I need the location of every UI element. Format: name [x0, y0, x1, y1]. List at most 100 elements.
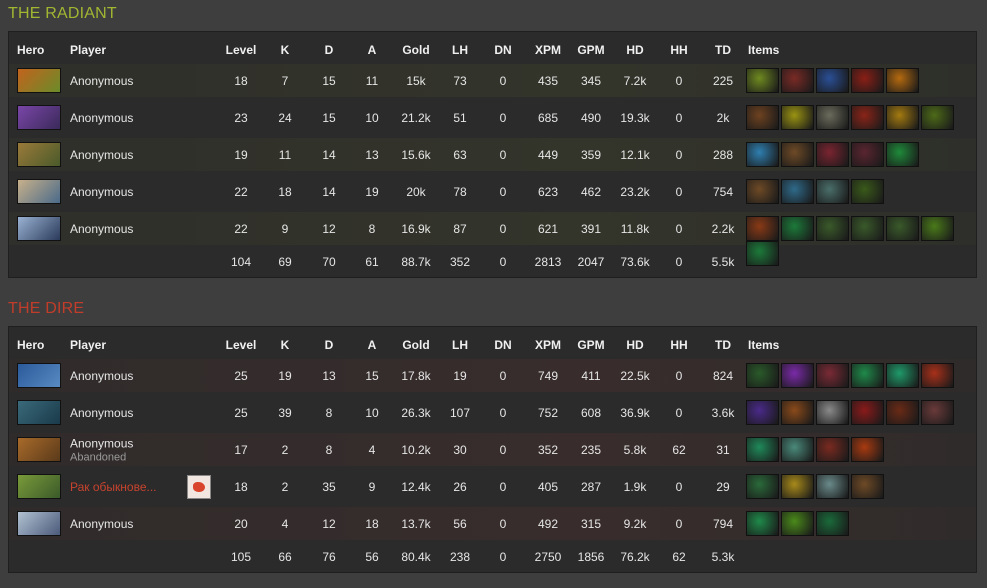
item-icon[interactable]: [746, 437, 779, 462]
item-icon[interactable]: [851, 179, 884, 204]
item-icon[interactable]: [781, 105, 814, 130]
player-name[interactable]: Anonymous: [70, 436, 133, 450]
item-icon[interactable]: [816, 68, 849, 93]
item-icon[interactable]: [921, 105, 954, 130]
item-icon[interactable]: [746, 68, 779, 93]
item-icon[interactable]: [816, 363, 849, 388]
item-icon[interactable]: [921, 216, 954, 241]
item-icon[interactable]: [746, 400, 779, 425]
hero-portrait-icon[interactable]: [17, 142, 61, 167]
item-icon[interactable]: [886, 142, 919, 167]
item-icon[interactable]: [851, 363, 884, 388]
hero-portrait-icon[interactable]: [17, 437, 61, 462]
item-icon[interactable]: [851, 437, 884, 462]
item-icon[interactable]: [781, 68, 814, 93]
item-icon[interactable]: [781, 400, 814, 425]
player-name[interactable]: Рак обыкнове...: [70, 480, 157, 494]
player-name[interactable]: Anonymous: [70, 222, 133, 236]
player-name[interactable]: Anonymous: [70, 406, 133, 420]
item-icon[interactable]: [816, 179, 849, 204]
item-icon[interactable]: [816, 105, 849, 130]
item-icon[interactable]: [886, 216, 919, 241]
stat-hh: 0: [675, 479, 683, 494]
item-icon[interactable]: [816, 437, 849, 462]
item-icon[interactable]: [816, 216, 849, 241]
hero-portrait-icon[interactable]: [17, 68, 61, 93]
item-icon[interactable]: [886, 105, 919, 130]
item-icon[interactable]: [746, 511, 779, 536]
total-gold: 80.4k: [401, 550, 431, 564]
item-icon[interactable]: [851, 142, 884, 167]
stat-k: 18: [278, 184, 292, 199]
item-icon[interactable]: [746, 179, 779, 204]
hero-portrait-icon[interactable]: [17, 105, 61, 130]
column-header-hh: HH: [670, 43, 688, 57]
item-icon[interactable]: [746, 474, 779, 499]
item-icon[interactable]: [781, 363, 814, 388]
hero-portrait-icon[interactable]: [17, 511, 61, 536]
item-slots: [746, 400, 956, 425]
item-icon[interactable]: [746, 216, 779, 241]
stat-gpm: 315: [580, 516, 602, 531]
stat-gold: 15.6k: [401, 147, 431, 162]
item-icon[interactable]: [886, 68, 919, 93]
column-header-row: Hero Player Level K D A Gold LH DN XPM GPM HD HH TD It…: [9, 335, 976, 355]
item-icon[interactable]: [886, 363, 919, 388]
item-icon[interactable]: [746, 142, 779, 167]
stat-level: 17: [234, 442, 248, 457]
item-icon[interactable]: [921, 400, 954, 425]
item-icon[interactable]: [816, 142, 849, 167]
player-row[interactable]: Рак обыкнове... 18 2 35 9 12.4k 26 0 405 287 1.9k 0…: [9, 470, 976, 503]
hero-portrait-icon[interactable]: [17, 363, 61, 388]
item-icon[interactable]: [886, 400, 919, 425]
item-icon[interactable]: [746, 363, 779, 388]
hero-portrait-icon[interactable]: [17, 400, 61, 425]
item-icon[interactable]: [781, 142, 814, 167]
item-icon[interactable]: [781, 437, 814, 462]
stat-a: 4: [368, 442, 376, 457]
column-header-row: Hero Player Level K D A Gold LH DN XPM GPM HD HH TD It…: [9, 40, 976, 60]
item-icon[interactable]: [851, 68, 884, 93]
stat-gpm: 411: [581, 368, 601, 383]
team-totals-row: 104 69 70 61 88.7k 352 0 2813 2047 73.6k 0 5.5k: [9, 252, 976, 272]
item-icon[interactable]: [781, 511, 814, 536]
item-icon[interactable]: [851, 105, 884, 130]
item-icon[interactable]: [746, 105, 779, 130]
column-header-td: TD: [715, 338, 731, 352]
player-row[interactable]: Anonymous Abandoned 17 2 8 4 10.2k 30 0 352 235 5.8…: [9, 433, 976, 466]
player-name[interactable]: Anonymous: [70, 185, 133, 199]
player-avatar-icon[interactable]: [187, 475, 211, 499]
player-name[interactable]: Anonymous: [70, 74, 133, 88]
stat-level: 22: [234, 184, 248, 199]
item-icon[interactable]: [851, 474, 884, 499]
player-row[interactable]: Anonymous 22 9 12 8 16.9k 87 0 621 391 11.8k 0 2.2k: [9, 212, 976, 266]
item-icon[interactable]: [781, 474, 814, 499]
item-icon[interactable]: [816, 474, 849, 499]
hero-portrait-icon[interactable]: [17, 474, 61, 499]
player-name[interactable]: Anonymous: [70, 517, 133, 531]
player-name[interactable]: Anonymous: [70, 369, 133, 383]
item-icon[interactable]: [816, 400, 849, 425]
item-icon[interactable]: [851, 216, 884, 241]
item-icon[interactable]: [781, 179, 814, 204]
player-name[interactable]: Anonymous: [70, 148, 133, 162]
item-icon[interactable]: [781, 216, 814, 241]
player-row[interactable]: Anonymous 18 7 15 11 15k 73 0 435 345 7.2k 0 225: [9, 64, 976, 97]
hero-portrait-icon[interactable]: [17, 216, 61, 241]
player-row[interactable]: Anonymous 20 4 12 18 13.7k 56 0 492 315 9.2k 0 794: [9, 507, 976, 540]
player-row[interactable]: Anonymous 19 11 14 13 15.6k 63 0 449 359 12.1k 0 288: [9, 138, 976, 171]
hero-portrait-icon[interactable]: [17, 179, 61, 204]
stat-hh: 0: [675, 516, 683, 531]
total-td: 5.5k: [711, 255, 735, 269]
stat-gold: 16.9k: [401, 221, 431, 236]
player-name[interactable]: Anonymous: [70, 111, 133, 125]
item-icon[interactable]: [921, 363, 954, 388]
player-row[interactable]: Anonymous 25 39 8 10 26.3k 107 0 752 608 36.9k 0 3.6…: [9, 396, 976, 429]
player-cell: Anonymous: [70, 74, 133, 88]
item-icon[interactable]: [816, 511, 849, 536]
player-row[interactable]: Anonymous 22 18 14 19 20k 78 0 623 462 23.2k 0 754: [9, 175, 976, 208]
item-icon[interactable]: [851, 400, 884, 425]
player-row[interactable]: Anonymous 25 19 13 15 17.8k 19 0 749 411 22.5k 0 824: [9, 359, 976, 392]
player-row[interactable]: Anonymous 23 24 15 10 21.2k 51 0 685 490 19.3k 0 2k: [9, 101, 976, 134]
column-header-hd: HD: [626, 338, 644, 352]
